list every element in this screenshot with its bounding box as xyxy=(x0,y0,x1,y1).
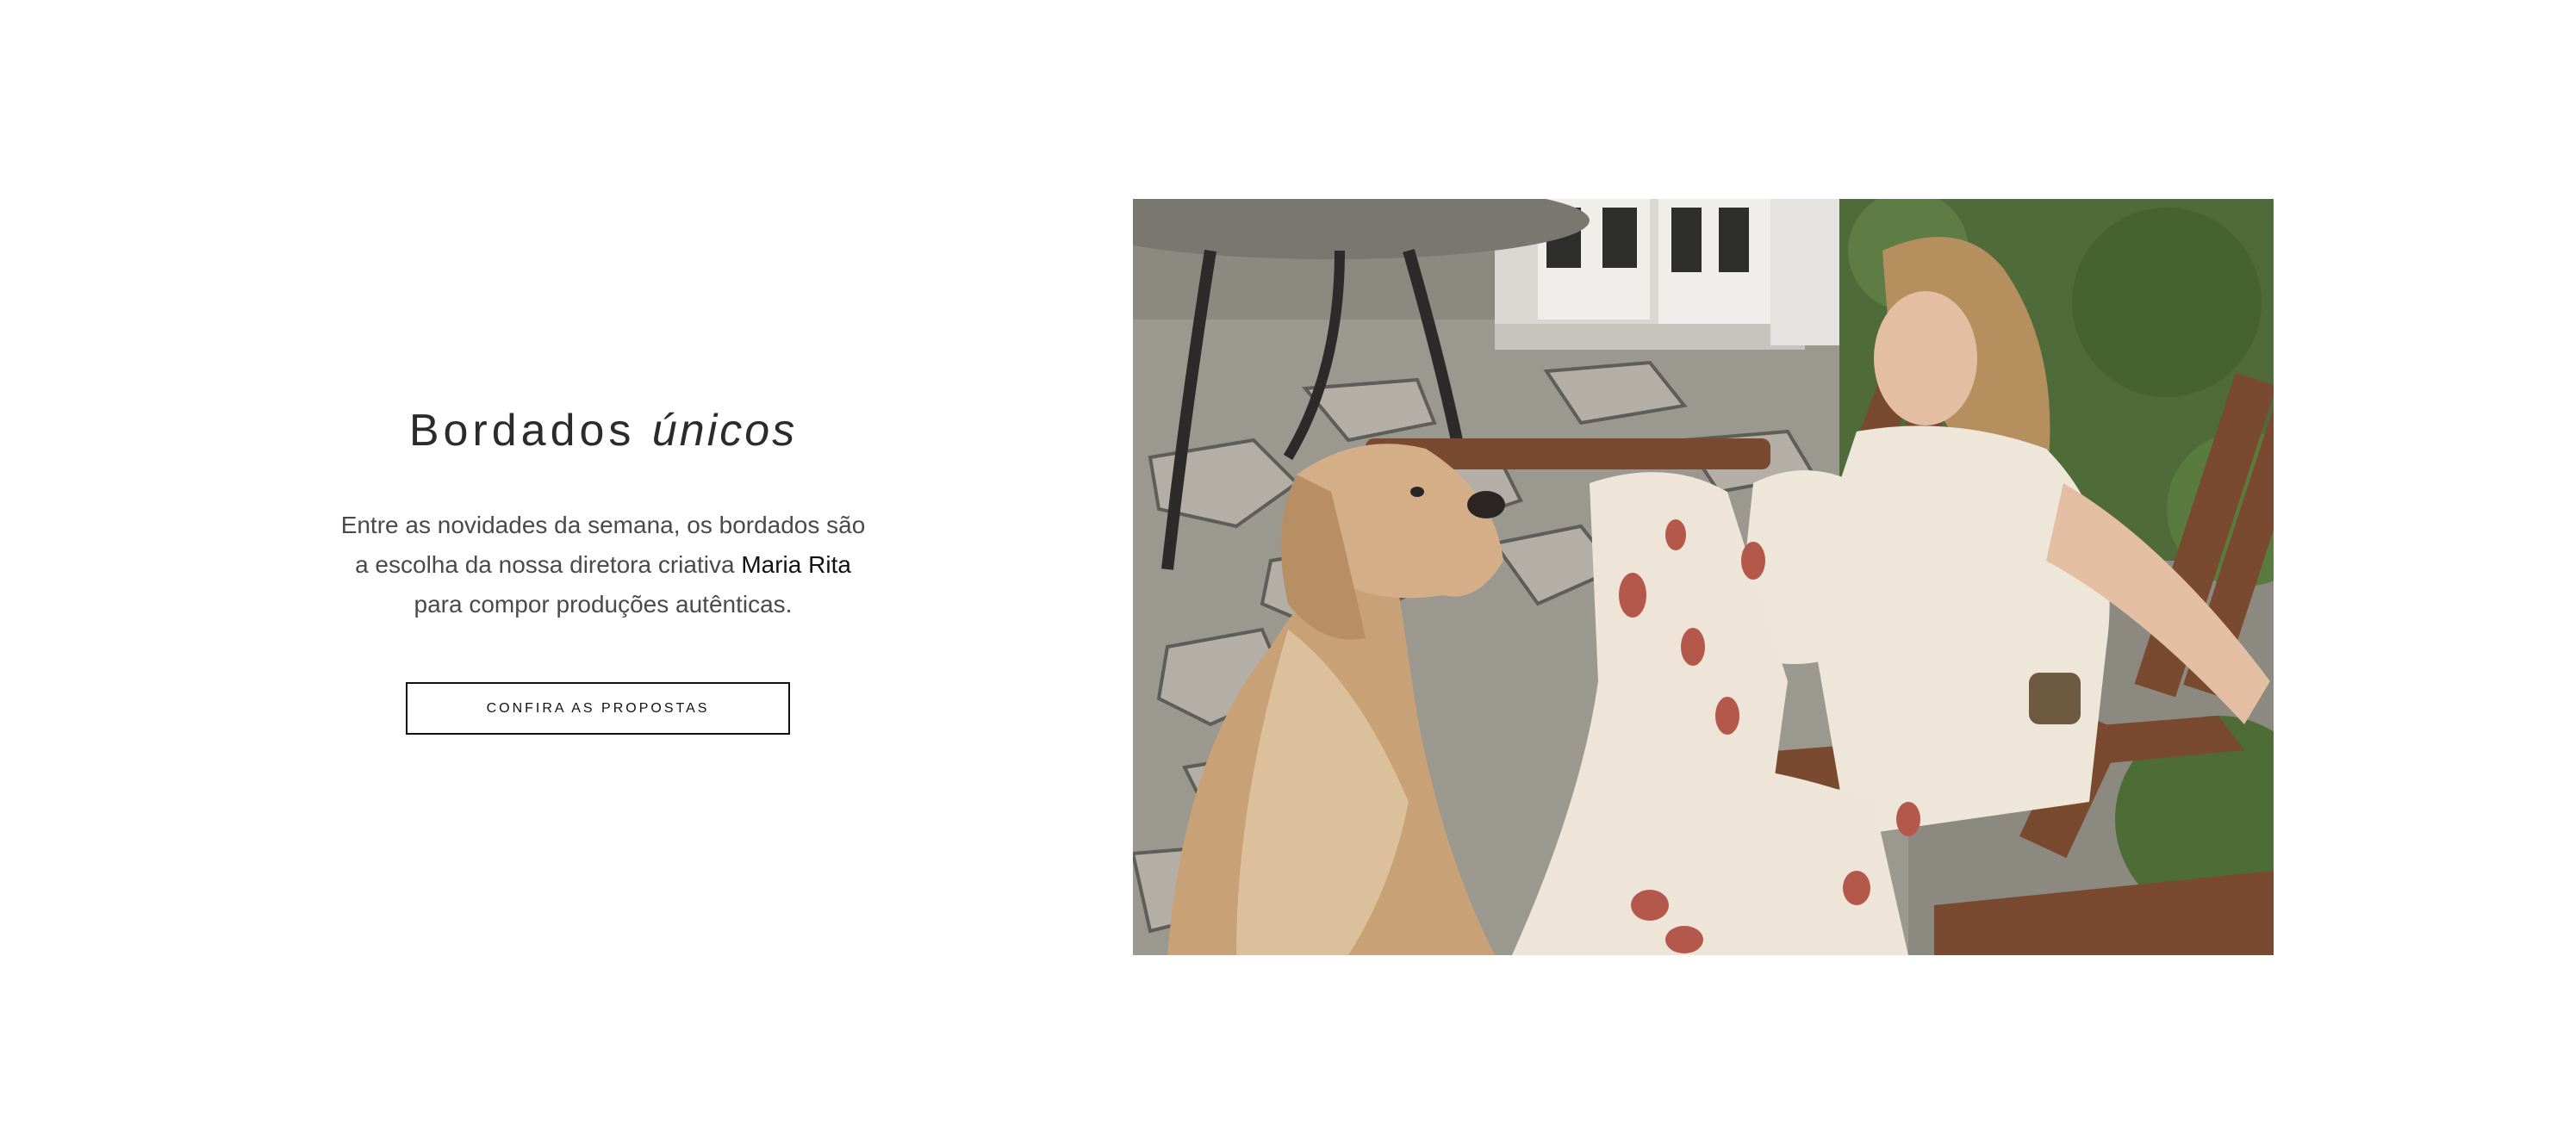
feature-title: Bordados únicos xyxy=(293,405,913,456)
feature-title-italic: únicos xyxy=(651,406,798,456)
photo-illustration xyxy=(1133,199,2274,955)
confira-as-propostas-button[interactable]: CONFIRA AS PROPOSTAS xyxy=(406,682,790,735)
creative-director-name: Maria Rita xyxy=(741,551,851,578)
feature-text-column: Bordados únicos Entre as novidades da se… xyxy=(293,0,913,1130)
feature-description: Entre as novidades da semana, os bordado… xyxy=(293,506,913,624)
description-line-1: Entre as novidades da semana, os bordado… xyxy=(340,512,866,538)
description-line-3: para compor produções autênticas. xyxy=(414,591,793,618)
feature-photo xyxy=(1133,199,2274,955)
description-line-2: a escolha da nossa diretora criativa xyxy=(355,551,735,578)
feature-title-regular: Bordados xyxy=(408,406,636,456)
